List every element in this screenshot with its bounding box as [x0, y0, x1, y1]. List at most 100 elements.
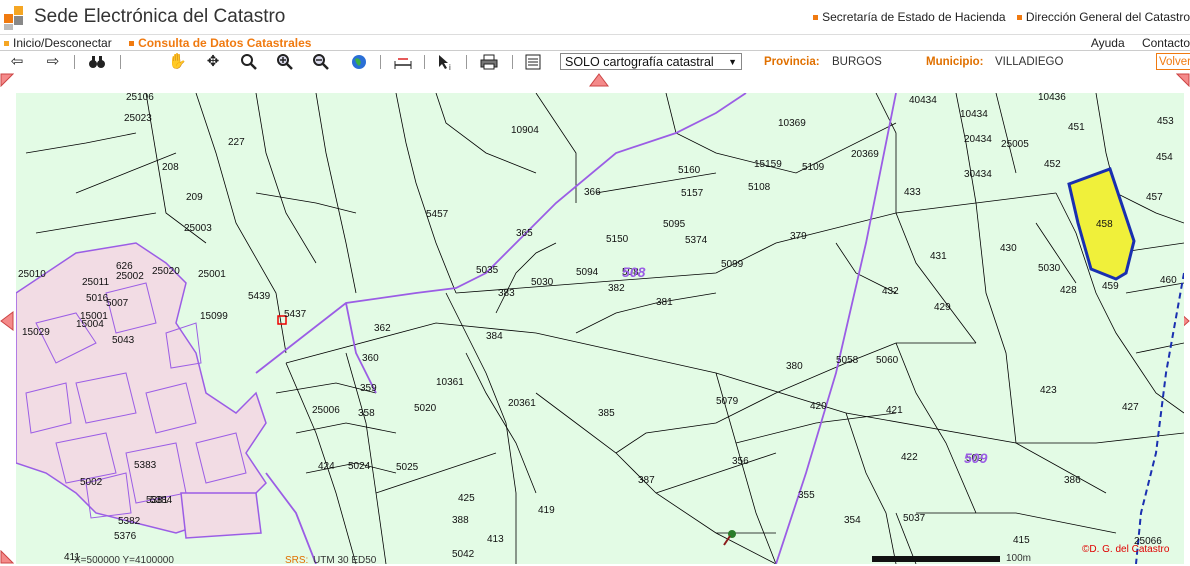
parcel-label: 15099	[200, 311, 228, 322]
parcel-label: 385	[598, 408, 615, 419]
pan-northwest-icon[interactable]	[0, 73, 14, 87]
header-links: Secretaría de Estado de Hacienda Direcci…	[805, 10, 1190, 24]
parcel-label: 382	[608, 283, 625, 294]
coordinates-readout: X=500000 Y=4100000	[74, 555, 174, 566]
pan-west-icon[interactable]	[0, 311, 14, 331]
parcel-label: 420	[810, 401, 827, 412]
parcel-label: 433	[904, 187, 921, 198]
parcel-label: 454	[1156, 152, 1173, 163]
parcel-label: 5437	[284, 309, 307, 320]
measure-icon[interactable]	[394, 53, 412, 71]
parcel-label: 10904	[511, 125, 539, 136]
chevron-down-icon: ▼	[728, 57, 737, 67]
nav-ayuda[interactable]: Ayuda	[1091, 36, 1125, 50]
site-title: Sede Electrónica del Catastro	[34, 6, 286, 27]
srs-value: UTM 30 ED50	[313, 555, 377, 566]
pan-north-icon[interactable]	[589, 73, 609, 87]
pan-southwest-icon[interactable]	[0, 550, 14, 564]
pan-hand-icon[interactable]: ✋	[168, 53, 187, 71]
parcel-label: 432	[882, 286, 899, 297]
list-icon[interactable]	[524, 53, 542, 71]
binoculars-icon[interactable]	[88, 53, 106, 71]
parcel-label: 425	[458, 493, 475, 504]
volver-button[interactable]: Volver	[1156, 53, 1190, 70]
parcel-label: 25020	[152, 266, 180, 277]
parcel-label: 459	[1102, 281, 1119, 292]
globe-icon[interactable]	[350, 53, 368, 71]
back-arrow-icon[interactable]: ⇦	[8, 53, 26, 71]
parcel-label: 5042	[452, 549, 475, 560]
parcel-label: 358	[358, 408, 375, 419]
parcel-label: 415	[1013, 535, 1030, 546]
zoom-box-icon[interactable]	[240, 53, 258, 71]
forward-arrow-icon[interactable]: ⇨	[44, 53, 62, 71]
parcel-label: 20434	[964, 134, 992, 145]
parcel-label: 25010	[18, 269, 46, 280]
parcel-label: 386	[1064, 475, 1081, 486]
parcel-label: 360	[362, 353, 379, 364]
parcel-label: 362	[374, 323, 391, 334]
parcel-label: 25002	[116, 271, 144, 282]
provincia-value: BURGOS	[832, 56, 882, 68]
urban-area-south	[180, 492, 262, 539]
parcel-label: 25023	[124, 113, 152, 124]
provincia-label: Provincia:	[764, 56, 820, 68]
parcel-label: 387	[638, 475, 655, 486]
parcel-label: 5150	[606, 234, 629, 245]
bullet-icon	[813, 15, 819, 21]
parcel-label: 25003	[184, 223, 212, 234]
parcel-label: 5382	[118, 516, 141, 527]
zoom-in-icon[interactable]	[276, 53, 294, 71]
polygon-label: 508	[622, 264, 646, 280]
cadastral-map[interactable]: 25106 25023 227 10904 10369 40434 10436 451 1043…	[16, 93, 1184, 564]
move-icon[interactable]: ✥	[204, 53, 222, 71]
parcel-label: 430	[1000, 243, 1017, 254]
map-drawing: 25106 25023 227 10904 10369 40434 10436 451 1043…	[16, 93, 1184, 564]
catastro-logo	[4, 6, 30, 30]
parcel-label: 422	[901, 452, 918, 463]
parcel-label: 5030	[531, 277, 554, 288]
parcel-label: 383	[498, 288, 515, 299]
parcel-label: 208	[162, 162, 179, 173]
nav-contacto[interactable]: Contacto	[1142, 36, 1190, 50]
parcel-label: 20369	[851, 149, 879, 160]
info-pointer-icon[interactable]: i	[436, 53, 454, 72]
parcel-label: 356	[732, 456, 749, 467]
parcel-label: 227	[228, 137, 245, 148]
parcel-label: 5374	[685, 235, 708, 246]
parcel-label: 384	[486, 331, 503, 342]
link-direccion-catastro[interactable]: Dirección General del Catastro	[1016, 10, 1190, 24]
parcel-label: 5381	[146, 495, 169, 506]
parcel-label: 431	[930, 251, 947, 262]
parcel-label: 388	[452, 515, 469, 526]
parcel-label: 5079	[716, 396, 739, 407]
link-secretaria-hacienda[interactable]: Secretaría de Estado de Hacienda	[813, 10, 1006, 24]
nav-inicio[interactable]: Inicio/Desconectar	[4, 36, 112, 50]
polygon-labels: 508 509	[622, 264, 988, 466]
print-icon[interactable]	[480, 53, 498, 71]
nav-consulta[interactable]: Consulta de Datos Catastrales	[129, 36, 311, 50]
parcel-label: 10436	[1038, 93, 1066, 103]
parcel-label: 380	[786, 361, 803, 372]
parcel-label: 40434	[909, 95, 937, 106]
parcel-label: 20361	[508, 398, 536, 409]
layer-select[interactable]: SOLO cartografía catastral ▼	[560, 53, 742, 70]
municipio-value: VILLADIEGO	[995, 56, 1064, 68]
parcel-label: 10361	[436, 377, 464, 388]
map-toolbar: ⇦ ⇨ ✋ ✥ i SOLO cartografía catastral ▼ P…	[0, 50, 1190, 74]
zoom-out-icon[interactable]	[312, 53, 330, 71]
parcel-label: 5060	[876, 355, 899, 366]
parcel-label: 5376	[114, 531, 137, 542]
parcel-label: 5108	[748, 182, 771, 193]
nav-bar: Inicio/Desconectar Consulta de Datos Cat…	[0, 34, 1190, 51]
parcel-label: 421	[886, 405, 903, 416]
copyright: ©D. G. del Catastro	[1082, 544, 1170, 555]
parcel-label: 5020	[414, 403, 437, 414]
pan-northeast-icon[interactable]	[1176, 73, 1190, 87]
parcel-label: 359	[360, 383, 377, 394]
parcel-label: 458	[1096, 219, 1113, 230]
parcel-label: 460	[1160, 275, 1177, 286]
scale-label: 100m	[1006, 553, 1032, 564]
parcel-label: 381	[656, 297, 673, 308]
parcel-label: 423	[1040, 385, 1057, 396]
